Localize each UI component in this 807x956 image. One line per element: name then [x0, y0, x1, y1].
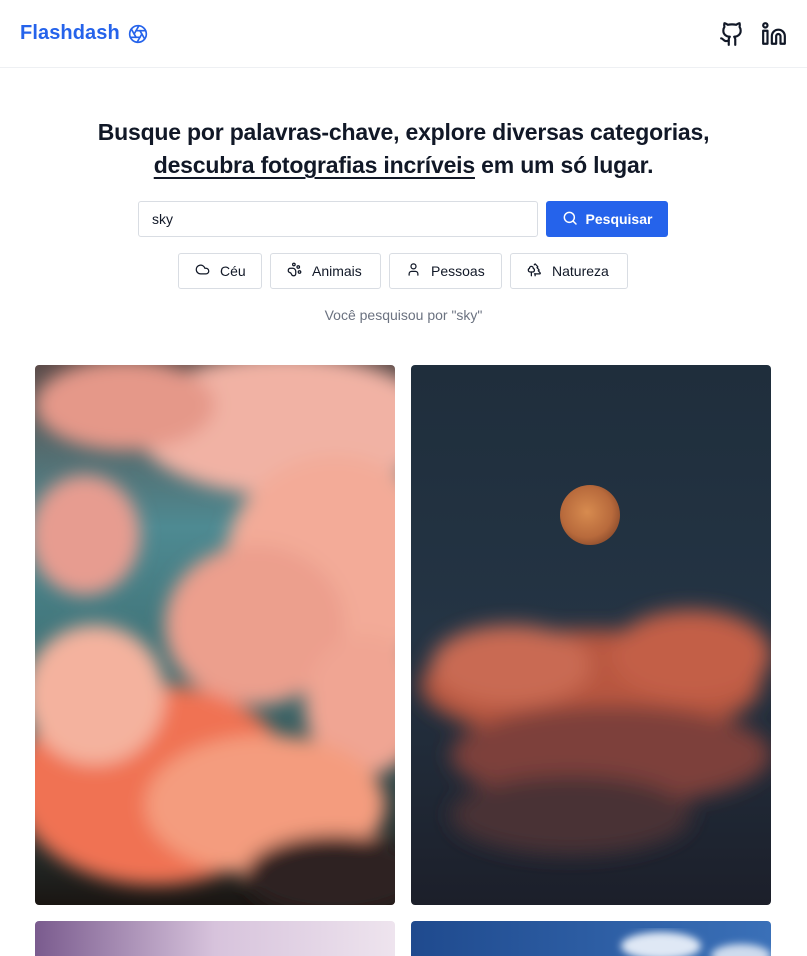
moon-clouds-photo — [411, 365, 771, 905]
hero-line-1: Busque por palavras-chave, explore diver… — [97, 119, 710, 145]
photo-card[interactable] — [35, 365, 395, 905]
aperture-icon — [128, 24, 148, 44]
category-label: Pessoas — [431, 263, 485, 279]
category-button-pessoas[interactable]: Pessoas — [389, 253, 502, 289]
search-icon — [562, 210, 578, 229]
blue-sky-photo — [411, 921, 771, 956]
sky-clouds-photo — [35, 365, 395, 905]
search-button[interactable]: Pesquisar — [546, 201, 668, 237]
category-button-natureza[interactable]: Natureza — [510, 253, 628, 289]
top-header: Flashdash — [0, 0, 807, 68]
user-icon — [406, 262, 421, 280]
hero-underlined-text: descubra fotografias incríveis — [153, 152, 475, 178]
paw-icon — [287, 262, 302, 280]
search-input[interactable] — [138, 201, 538, 237]
category-label: Céu — [220, 263, 246, 279]
trees-icon — [527, 262, 542, 280]
search-button-label: Pesquisar — [585, 211, 653, 227]
hero-line-2-rest: em um só lugar. — [474, 152, 654, 178]
category-button-ceu[interactable]: Céu — [178, 253, 262, 289]
brand-name: Flashdash — [20, 22, 120, 44]
category-button-animais[interactable]: Animais — [270, 253, 381, 289]
category-label: Natureza — [552, 263, 609, 279]
search-result-note: Você pesquisou por "sky" — [324, 307, 483, 323]
github-icon[interactable] — [719, 21, 745, 47]
purple-sky-photo — [35, 921, 395, 956]
social-links — [719, 21, 787, 47]
photo-card[interactable] — [35, 921, 395, 956]
hero-heading: Busque por palavras-chave, explore diver… — [0, 116, 807, 182]
search-form: Pesquisar — [138, 201, 668, 237]
category-label: Animais — [312, 263, 362, 279]
cloud-icon — [195, 262, 210, 280]
linkedin-icon[interactable] — [761, 21, 787, 47]
photo-card[interactable] — [411, 921, 771, 956]
photo-card[interactable] — [411, 365, 771, 905]
category-buttons: Céu Animais Pessoas Natureza — [178, 253, 628, 289]
brand-logo-link[interactable]: Flashdash — [20, 22, 148, 45]
